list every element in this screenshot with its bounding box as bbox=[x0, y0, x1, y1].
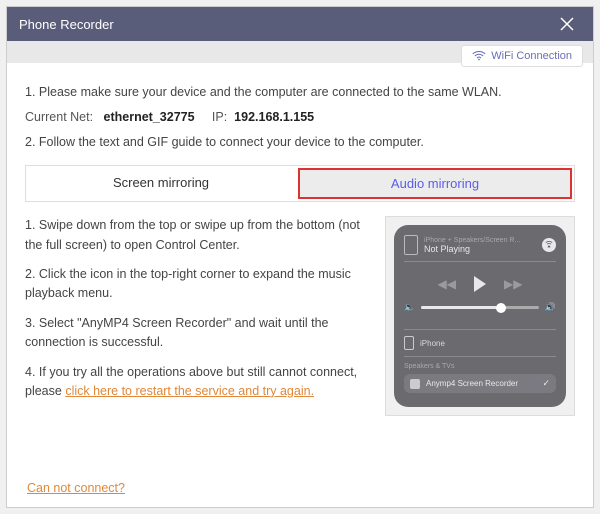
mirroring-tabs: Screen mirroring Audio mirroring bbox=[25, 165, 575, 202]
control-center-mock: iPhone + Speakers/Screen R... Not Playin… bbox=[394, 225, 566, 407]
step-2: 2. Click the icon in the top-right corne… bbox=[25, 265, 371, 304]
recorder-icon bbox=[410, 379, 420, 389]
iphone-device-icon bbox=[404, 336, 414, 350]
intro-line-2: 2. Follow the text and GIF guide to conn… bbox=[25, 133, 575, 152]
rewind-icon: ◀◀ bbox=[438, 277, 456, 291]
cc-playback: ◀◀ ▶▶ 🔈 🔊 bbox=[404, 262, 556, 323]
window-title: Phone Recorder bbox=[19, 17, 114, 32]
volume-knob bbox=[496, 303, 506, 313]
cc-device-section: iPhone bbox=[404, 329, 556, 350]
intro-line-1: 1. Please make sure your device and the … bbox=[25, 83, 575, 102]
cc-speakers-label: Speakers & TVs bbox=[404, 363, 556, 370]
steps-list: 1. Swipe down from the top or swipe up f… bbox=[25, 216, 371, 416]
forward-icon: ▶▶ bbox=[504, 277, 522, 291]
wifi-connection-label: WiFi Connection bbox=[491, 50, 572, 62]
volume-slider: 🔈 🔊 bbox=[404, 302, 556, 313]
volume-high-icon: 🔊 bbox=[545, 302, 556, 313]
close-icon bbox=[560, 17, 574, 31]
titlebar: Phone Recorder bbox=[7, 7, 593, 41]
cannot-connect-link[interactable]: Can not connect? bbox=[27, 481, 125, 495]
tab-screen-mirroring[interactable]: Screen mirroring bbox=[26, 166, 296, 201]
phone-recorder-window: Phone Recorder WiFi Connection 1. Please… bbox=[6, 6, 594, 508]
top-bar: WiFi Connection bbox=[7, 41, 593, 63]
play-icon bbox=[474, 276, 486, 292]
step-1: 1. Swipe down from the top or swipe up f… bbox=[25, 216, 371, 255]
cc-recorder-item: Anymp4 Screen Recorder ✓ bbox=[404, 374, 556, 393]
check-icon: ✓ bbox=[542, 378, 550, 389]
current-net-label: Current Net: bbox=[25, 110, 93, 124]
cc-header: iPhone + Speakers/Screen R... Not Playin… bbox=[404, 235, 556, 262]
playback-controls: ◀◀ ▶▶ bbox=[404, 276, 556, 292]
wifi-icon bbox=[472, 51, 486, 61]
guide-section: 1. Swipe down from the top or swipe up f… bbox=[25, 216, 575, 416]
network-info: Current Net: ethernet_32775 IP: 192.168.… bbox=[25, 108, 575, 127]
ip-value: 192.168.1.155 bbox=[234, 110, 314, 124]
volume-low-icon: 🔈 bbox=[404, 302, 415, 313]
intro-section: 1. Please make sure your device and the … bbox=[25, 83, 575, 151]
content-area: 1. Please make sure your device and the … bbox=[7, 63, 593, 426]
cc-source-line: iPhone + Speakers/Screen R... bbox=[424, 237, 536, 244]
phone-icon bbox=[404, 235, 418, 255]
wifi-connection-button[interactable]: WiFi Connection bbox=[461, 45, 583, 67]
device-preview: iPhone + Speakers/Screen R... Not Playin… bbox=[385, 216, 575, 416]
restart-service-link[interactable]: click here to restart the service and tr… bbox=[65, 384, 314, 398]
ip-label: IP: bbox=[212, 110, 227, 124]
cc-recorder-label: Anymp4 Screen Recorder bbox=[426, 379, 518, 388]
cc-not-playing: Not Playing bbox=[424, 244, 536, 254]
step-4: 4. If you try all the operations above b… bbox=[25, 363, 371, 402]
current-net-value: ethernet_32775 bbox=[104, 110, 195, 124]
close-button[interactable] bbox=[553, 10, 581, 38]
airplay-icon bbox=[542, 238, 556, 252]
cc-speakers-section: Speakers & TVs Anymp4 Screen Recorder ✓ bbox=[404, 356, 556, 393]
step-3: 3. Select "AnyMP4 Screen Recorder" and w… bbox=[25, 314, 371, 353]
tab-audio-mirroring[interactable]: Audio mirroring bbox=[298, 168, 572, 199]
cc-device-label: iPhone bbox=[420, 339, 445, 348]
